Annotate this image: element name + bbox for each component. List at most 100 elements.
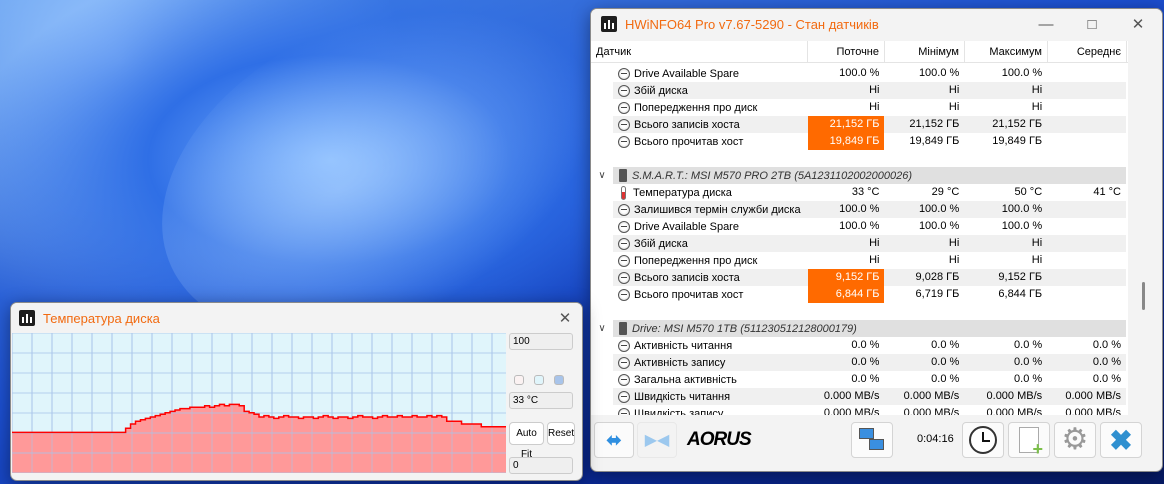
avg-value <box>1047 99 1126 116</box>
sensor-row[interactable]: Всього записів хоста 9,152 ГБ 9,028 ГБ 9,15… <box>613 269 1126 286</box>
sensor-name: Drive Available Spare <box>634 67 739 80</box>
graph-max-label: 100 <box>509 333 573 350</box>
min-value: 6,719 ГБ <box>915 288 960 300</box>
sensor-row[interactable]: Попередження про диск Ні Ні Ні <box>613 99 1126 116</box>
sensor-row[interactable]: Збій диска Ні Ні Ні <box>613 82 1126 99</box>
avg-value <box>1047 269 1126 286</box>
sensor-gauge-icon <box>618 118 630 131</box>
sensor-group-header[interactable]: ∨ Drive: MSI M570 1TB (511230512128000179… <box>591 320 1128 337</box>
min-value: Ні <box>948 101 960 113</box>
collapse-columns-button[interactable]: ▶◀ <box>637 422 677 458</box>
sensor-name: Залишився термін служби диска <box>634 203 801 216</box>
sensor-row[interactable]: Всього записів хоста 21,152 ГБ 21,152 ГБ 21… <box>613 116 1126 133</box>
sensor-row[interactable]: Швидкість запису 0.000 MB/s 0.000 MB/s 0.00… <box>613 405 1126 415</box>
settings-button[interactable]: ⚙ <box>1054 422 1096 458</box>
maximize-button[interactable]: □ <box>1069 9 1115 39</box>
current-value: 100.0 % <box>839 220 880 232</box>
sensor-row[interactable]: Активність читання 0.0 % 0.0 % 0.0 % 0.0 % <box>613 337 1126 354</box>
sensor-list[interactable]: Датчик Поточне Мінімум Максимум Середнє … <box>591 41 1128 415</box>
color-swatch-background[interactable] <box>534 375 544 385</box>
graph-title-bar[interactable]: Температура диска ✕ <box>11 303 582 333</box>
close-button[interactable]: ✕ <box>1115 9 1161 39</box>
add-log-icon: + <box>1019 427 1043 458</box>
sensor-row[interactable]: Всього прочитав хост 6,844 ГБ 6,719 ГБ 6,84… <box>613 286 1126 303</box>
min-value: 9,028 ГБ <box>915 271 960 283</box>
sensor-row[interactable]: Попередження про диск Ні Ні Ні <box>613 252 1126 269</box>
current-value: 21,152 ГБ <box>807 116 885 133</box>
color-swatch-fill[interactable] <box>514 375 524 385</box>
clock-button[interactable] <box>962 422 1004 458</box>
avg-value <box>1047 286 1126 303</box>
title-bar[interactable]: HWiNFO64 Pro v7.67-5290 - Стан датчиків … <box>591 9 1162 39</box>
sensor-name: Попередження про диск <box>634 254 758 267</box>
sensor-row[interactable]: Збій диска Ні Ні Ні <box>613 235 1126 252</box>
col-avg[interactable]: Середнє <box>1048 41 1127 63</box>
reset-button[interactable]: Reset <box>547 422 575 445</box>
min-value: Ні <box>948 237 960 249</box>
current-value: Ні <box>869 101 880 113</box>
sensor-row[interactable]: Drive Available Spare 100.0 % 100.0 % 100.0… <box>613 218 1126 235</box>
expand-columns-button[interactable]: ⬌ <box>594 422 634 458</box>
window-title: HWiNFO64 Pro v7.67-5290 - Стан датчиків <box>625 16 879 32</box>
avg-value <box>1047 65 1126 82</box>
avg-value: 41 °C <box>1093 186 1121 198</box>
sensor-row[interactable]: Залишився термін служби диска 100.0 % 100.… <box>613 201 1126 218</box>
scroll-thumb[interactable] <box>1142 282 1145 310</box>
sensor-row[interactable]: Загальна активність 0.0 % 0.0 % 0.0 % 0.0 % <box>613 371 1126 388</box>
current-value: 33 °C <box>851 186 880 198</box>
exit-button[interactable]: ✖ <box>1100 422 1142 458</box>
col-max[interactable]: Максимум <box>965 41 1048 63</box>
group-title: S.M.A.R.T.: MSI M570 PRO 2TB (5A12311020… <box>632 169 913 182</box>
avg-value: 0.0 % <box>1092 339 1121 351</box>
column-headers: Датчик Поточне Мінімум Максимум Середнє <box>591 41 1128 63</box>
avg-value: 0.000 MB/s <box>1065 407 1121 415</box>
graph-close-button[interactable]: ✕ <box>547 303 582 333</box>
logging-button[interactable]: + <box>1008 422 1050 458</box>
current-value: Ні <box>869 254 880 266</box>
col-min[interactable]: Мінімум <box>885 41 965 63</box>
vertical-scrollbar[interactable] <box>1128 41 1162 415</box>
auto-fit-button[interactable]: Auto Fit <box>509 422 544 460</box>
sensor-gauge-icon <box>618 288 630 301</box>
network-button[interactable] <box>851 422 893 458</box>
elapsed-timer: 0:04:16 <box>917 433 954 445</box>
avg-value <box>1047 116 1126 133</box>
sensor-group-header[interactable]: ∨ S.M.A.R.T.: MSI M570 PRO 2TB (5A1231102… <box>591 167 1128 184</box>
sensor-row[interactable]: Температура диска 33 °C 29 °C 50 °C 41 °C <box>613 184 1126 201</box>
color-swatch-grid[interactable] <box>554 375 564 385</box>
chevron-down-icon[interactable]: ∨ <box>591 170 613 181</box>
sensor-name: Швидкість читання <box>634 390 731 403</box>
sensor-gauge-icon <box>618 220 630 233</box>
col-current[interactable]: Поточне <box>808 41 885 63</box>
current-value: 0.000 MB/s <box>823 407 880 415</box>
drive-chip-icon <box>619 322 627 335</box>
arrows-in-icon: ▶◀ <box>644 432 670 449</box>
max-value: 100.0 % <box>1001 67 1043 79</box>
avg-value <box>1047 201 1126 218</box>
sensor-row[interactable]: Drive Available Spare 100.0 % 100.0 % 100.0… <box>613 65 1126 82</box>
max-value: Ні <box>1031 254 1043 266</box>
avg-value: 0.0 % <box>1092 373 1121 385</box>
min-value: 100.0 % <box>918 67 960 79</box>
sensor-name: Збій диска <box>634 84 688 97</box>
sensor-gauge-icon <box>618 339 630 352</box>
sensor-name: Активність читання <box>634 339 733 352</box>
max-value: 0.000 MB/s <box>986 407 1043 415</box>
current-value: 100.0 % <box>839 67 880 79</box>
sensor-row[interactable]: Швидкість читання 0.000 MB/s 0.000 MB/s 0.0… <box>613 388 1126 405</box>
sensor-name: Температура диска <box>633 186 732 199</box>
sensor-name: Попередження про диск <box>634 101 758 114</box>
sensor-name: Всього прочитав хост <box>634 288 744 301</box>
sensor-gauge-icon <box>618 101 630 114</box>
max-value: 100.0 % <box>1001 220 1043 232</box>
sensor-row[interactable]: Активність запису 0.0 % 0.0 % 0.0 % 0.0 % <box>613 354 1126 371</box>
temperature-graph <box>12 333 506 473</box>
max-value: 0.0 % <box>1014 339 1043 351</box>
col-sensor[interactable]: Датчик <box>591 41 808 63</box>
chevron-down-icon[interactable]: ∨ <box>591 323 613 334</box>
sensor-row[interactable]: Всього прочитав хост 19,849 ГБ 19,849 ГБ 19… <box>613 133 1126 150</box>
max-value: 21,152 ГБ <box>992 118 1043 130</box>
minimize-button[interactable]: — <box>1023 9 1069 39</box>
sensor-name: Всього записів хоста <box>634 118 740 131</box>
max-value: 19,849 ГБ <box>992 135 1043 147</box>
